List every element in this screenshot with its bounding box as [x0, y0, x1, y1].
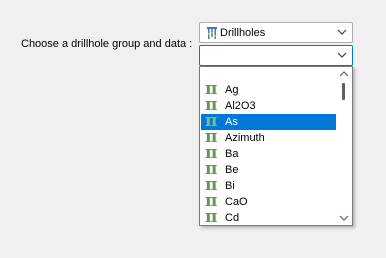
data-options-list: π Ag π Al2O3 π As π Azimuth π Ba π Be π Bi π CaO π Cd	[200, 67, 337, 225]
chevron-down-icon[interactable]	[337, 28, 347, 36]
list-item[interactable]: π Cd	[201, 207, 336, 225]
data-combobox[interactable]	[199, 45, 353, 66]
list-item-label: Ba	[225, 148, 239, 160]
list-item[interactable]: π Ag	[201, 79, 336, 99]
drillholes-icon	[207, 27, 217, 39]
scrollbar-thumb[interactable]	[342, 83, 345, 100]
chevron-down-icon[interactable]	[337, 51, 347, 59]
pi-icon: π	[205, 207, 218, 225]
list-item[interactable]: π Azimuth	[201, 127, 336, 147]
list-item[interactable]: π CaO	[201, 191, 336, 211]
list-item[interactable]: π As	[201, 111, 336, 131]
drillhole-group-value: Drillholes	[220, 27, 266, 39]
list-item-label: Al2O3	[225, 100, 256, 112]
list-item[interactable]: π Ba	[201, 143, 336, 163]
drillhole-group-combobox[interactable]: Drillholes	[199, 22, 353, 43]
dropdown-scrollbar[interactable]	[336, 67, 352, 225]
list-item-label: Cd	[225, 212, 240, 224]
list-item-label: As	[225, 116, 238, 128]
list-item[interactable]: π Be	[201, 159, 336, 179]
list-item-label: CaO	[225, 196, 248, 208]
list-item[interactable]: π Al2O3	[201, 95, 336, 115]
list-item-label: Bi	[225, 180, 235, 192]
list-item-label: Azimuth	[225, 132, 265, 144]
choose-group-data-label: Choose a drillhole group and data :	[21, 38, 193, 50]
list-item-label: Ag	[225, 84, 239, 96]
scroll-up-icon[interactable]	[339, 70, 349, 78]
list-item[interactable]: π Bi	[201, 175, 336, 195]
list-item-label: Be	[225, 164, 239, 176]
scroll-down-icon[interactable]	[339, 214, 349, 222]
data-dropdown-list[interactable]: π Ag π Al2O3 π As π Azimuth π Ba π Be π Bi π CaO π Cd	[199, 66, 353, 226]
